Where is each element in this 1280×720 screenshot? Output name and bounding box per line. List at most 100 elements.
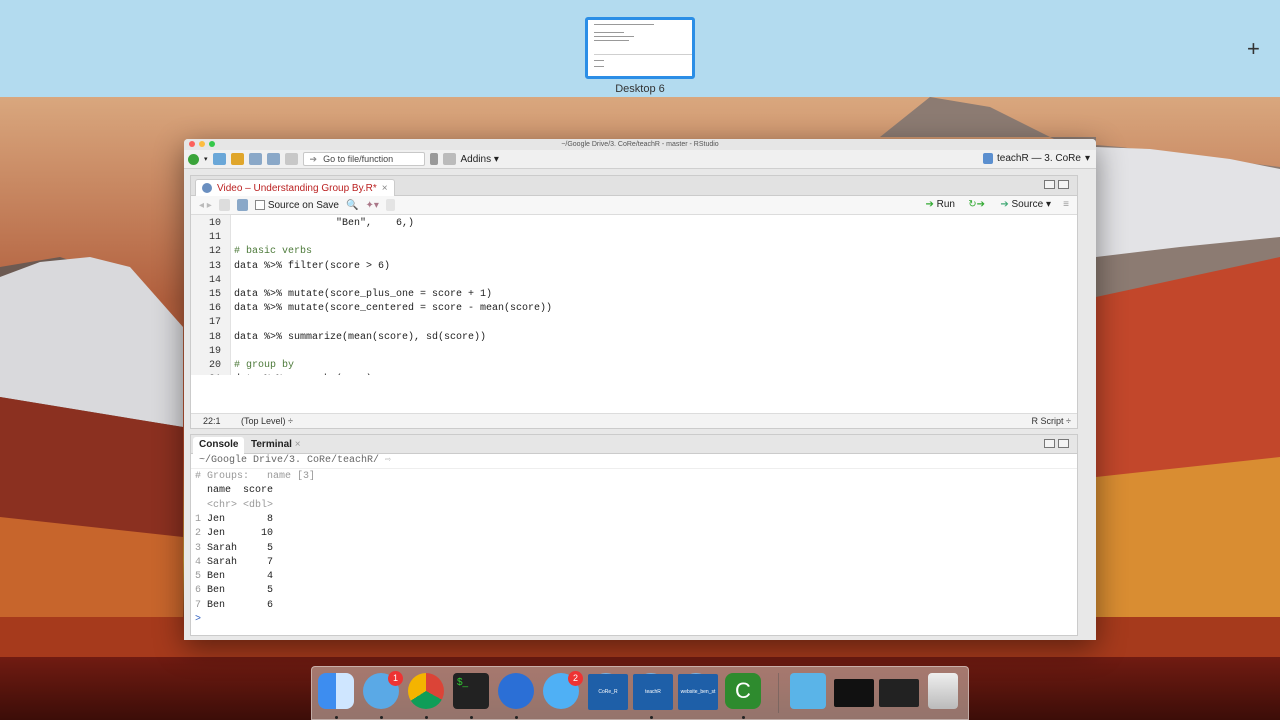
console-column-header: name score xyxy=(195,485,274,497)
window-thumbnail-icon[interactable] xyxy=(834,679,874,707)
close-window-button[interactable] xyxy=(189,141,195,147)
project-menu[interactable]: teachR — 3. CoRe ▾ xyxy=(983,153,1090,164)
source-on-save-checkbox[interactable]: Source on Save xyxy=(254,200,339,211)
minimize-window-button[interactable] xyxy=(199,141,205,147)
terminal-icon[interactable]: $_ xyxy=(453,673,489,709)
pen-app-icon[interactable] xyxy=(498,673,534,709)
goto-file-input[interactable]: ➔ Go to file/function xyxy=(302,152,425,166)
rerun-icon[interactable]: ↻➔ xyxy=(968,199,985,210)
outline-icon[interactable]: ≡ xyxy=(1063,199,1069,210)
close-tab-icon[interactable]: × xyxy=(382,183,388,194)
filetype-selector[interactable]: R Script ÷ xyxy=(1032,416,1071,426)
console-column-types: <chr> <dbl> xyxy=(195,499,274,511)
grid-layout-icon[interactable] xyxy=(442,153,456,165)
show-in-window-icon[interactable] xyxy=(218,199,230,211)
rstudio-project-icon[interactable]: RteachR xyxy=(633,673,673,710)
row-score: 7 xyxy=(243,556,274,568)
line-number: 17 xyxy=(208,317,221,329)
code-line: # group by xyxy=(234,360,295,371)
row-score: 5 xyxy=(243,542,274,554)
main-toolbar: ▾ ➔ Go to file/function Addins ▾ teachR … xyxy=(184,150,1096,169)
addins-menu[interactable]: Addins ▾ xyxy=(461,154,499,165)
line-number: 12 xyxy=(208,246,221,258)
save-icon[interactable] xyxy=(236,199,248,211)
trash-icon[interactable] xyxy=(928,673,958,709)
add-desktop-button[interactable]: + xyxy=(1247,36,1260,62)
new-project-icon[interactable] xyxy=(212,153,226,165)
line-number: 21 xyxy=(191,374,221,375)
save-icon[interactable] xyxy=(248,153,262,165)
editor-toolbar: ◂ ▸ Source on Save 🔍 ✦▾ ➔ Run ↻➔ ➔ Sourc… xyxy=(191,196,1077,215)
new-file-icon[interactable] xyxy=(188,153,199,165)
build-icon[interactable] xyxy=(429,153,438,165)
rstudio-project-icon[interactable]: RCoRe_R xyxy=(588,673,628,710)
line-number: 11 xyxy=(208,232,221,244)
row-score: 6 xyxy=(243,599,274,611)
desktop-label: Desktop 6 xyxy=(615,83,665,95)
code-line: data %>% filter(score > 6) xyxy=(234,260,391,272)
tab-editor-file[interactable]: Video – Understanding Group By.R* × xyxy=(195,179,395,196)
console-row: 3 Sarah 5 xyxy=(195,543,273,554)
r-project-icon xyxy=(983,153,994,164)
search-icon[interactable]: 🔍 xyxy=(346,200,358,211)
code-line: data %>% mutate(score_centered = score -… xyxy=(234,303,553,315)
tab-terminal[interactable]: Terminal × xyxy=(245,437,307,454)
arrow-right-icon: ➔ xyxy=(309,154,318,164)
open-file-icon[interactable] xyxy=(230,153,244,165)
row-name: Ben xyxy=(201,571,244,583)
window-titlebar: ~/Google Drive/3. CoRe/teachR - master -… xyxy=(184,139,1096,150)
console-row: 2 Jen 10 xyxy=(195,528,273,539)
line-number: 16 xyxy=(208,303,221,315)
pane-min-max[interactable] xyxy=(1044,180,1069,189)
row-score: 5 xyxy=(243,585,274,597)
source-button[interactable]: ➔ Source ▾ xyxy=(1000,199,1051,210)
folder-icon[interactable] xyxy=(790,673,826,709)
editor-tabs: Video – Understanding Group By.R* × xyxy=(191,176,1077,196)
row-score: 4 xyxy=(243,571,274,583)
row-name: Sarah xyxy=(201,542,244,554)
line-number: 20 xyxy=(208,360,221,371)
console-row: 6 Ben 5 xyxy=(195,585,273,596)
compile-report-icon[interactable] xyxy=(385,199,395,211)
run-button[interactable]: ➔ Run xyxy=(925,199,955,210)
save-all-icon[interactable] xyxy=(266,153,280,165)
window-title: ~/Google Drive/3. CoRe/teachR - master -… xyxy=(561,141,719,148)
mission-control-bar: Desktop 6 + xyxy=(0,0,1280,97)
code-line: data %>% mutate(score_plus_one = score +… xyxy=(234,289,493,300)
editor-status-bar: 22:1 (Top Level) ÷ R Script ÷ xyxy=(191,413,1077,428)
row-name: Ben xyxy=(201,585,244,597)
rstudio-project-icon[interactable]: Rwebsite_ben_st xyxy=(678,673,718,710)
tab-console[interactable]: Console xyxy=(193,437,245,454)
row-name: Jen xyxy=(201,528,244,540)
magic-wand-icon[interactable]: ✦▾ xyxy=(365,200,378,211)
line-number: 14 xyxy=(208,274,221,286)
chrome-icon[interactable] xyxy=(408,673,444,709)
pane-min-max[interactable] xyxy=(1044,439,1069,448)
zoom-window-button[interactable] xyxy=(209,141,215,147)
scope-selector[interactable]: (Top Level) ÷ xyxy=(241,416,293,426)
console-row: 7 Ben 6 xyxy=(195,600,273,611)
window-thumbnail-icon[interactable] xyxy=(879,679,919,707)
chevron-down-icon[interactable]: ▾ xyxy=(204,155,208,163)
camtasia-icon[interactable]: C xyxy=(725,673,761,709)
row-score: 10 xyxy=(243,528,274,540)
cursor-position: 22:1 xyxy=(203,416,221,426)
finder-icon[interactable] xyxy=(318,673,354,709)
source-editor-pane: Video – Understanding Group By.R* × ◂ ▸ … xyxy=(190,175,1078,429)
row-name: Sarah xyxy=(201,556,244,568)
code-line: data %>% summarize(mean(score), sd(score… xyxy=(234,331,487,343)
code-line: "Ben", 6,) xyxy=(234,218,415,229)
line-number: 18 xyxy=(208,331,221,343)
print-icon[interactable] xyxy=(284,153,298,165)
mustache-app-icon[interactable]: 1 xyxy=(363,671,403,709)
desktop-thumbnail[interactable] xyxy=(585,17,695,79)
line-number: 13 xyxy=(208,260,221,272)
messages-icon[interactable]: 2 xyxy=(543,671,583,709)
dock: 1 $_ 2 RCoRe_R RteachR Rwebsite_ben_st C xyxy=(311,666,969,720)
code-area[interactable]: 10 "Ben", 6,) 11 12 # basic verbs 13 data %>%… xyxy=(191,215,1077,375)
dock-divider xyxy=(778,673,779,713)
console-working-dir: ~/Google Drive/3. CoRe/teachR/ ⇨ xyxy=(191,454,1077,469)
line-number: 15 xyxy=(208,289,221,300)
back-icon[interactable]: ◂ ▸ xyxy=(199,200,212,211)
console-row: 1 Jen 8 xyxy=(195,514,273,525)
